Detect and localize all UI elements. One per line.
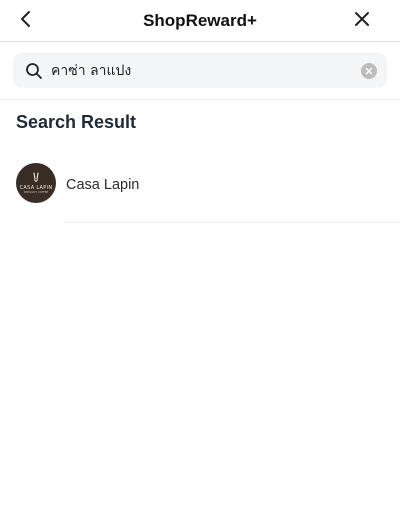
chevron-left-icon <box>19 10 33 33</box>
search-icon <box>25 62 43 80</box>
search-input[interactable] <box>43 53 361 88</box>
avatar: CASA LAPIN SPECIALTY COFFEE <box>16 163 56 203</box>
close-button[interactable] <box>348 7 376 35</box>
search-bar <box>13 53 387 88</box>
top-bar: ShopReward+ <box>0 0 400 42</box>
clear-circle-icon <box>365 62 373 80</box>
app-screen: ShopReward+ Search Result <box>0 0 400 520</box>
result-item-casa-lapin[interactable]: CASA LAPIN SPECIALTY COFFEE Casa Lapin <box>0 160 400 210</box>
logo-subtext: SPECIALTY COFFEE <box>23 191 49 194</box>
section-title: Search Result <box>16 112 137 132</box>
page-title: ShopReward+ <box>143 11 257 30</box>
list-divider <box>66 222 400 223</box>
back-button[interactable] <box>12 7 40 35</box>
close-icon <box>354 11 370 32</box>
clear-search-button[interactable] <box>361 62 377 80</box>
divider <box>0 99 400 100</box>
rabbit-logo-icon <box>33 172 39 182</box>
result-name: Casa Lapin <box>66 177 140 193</box>
